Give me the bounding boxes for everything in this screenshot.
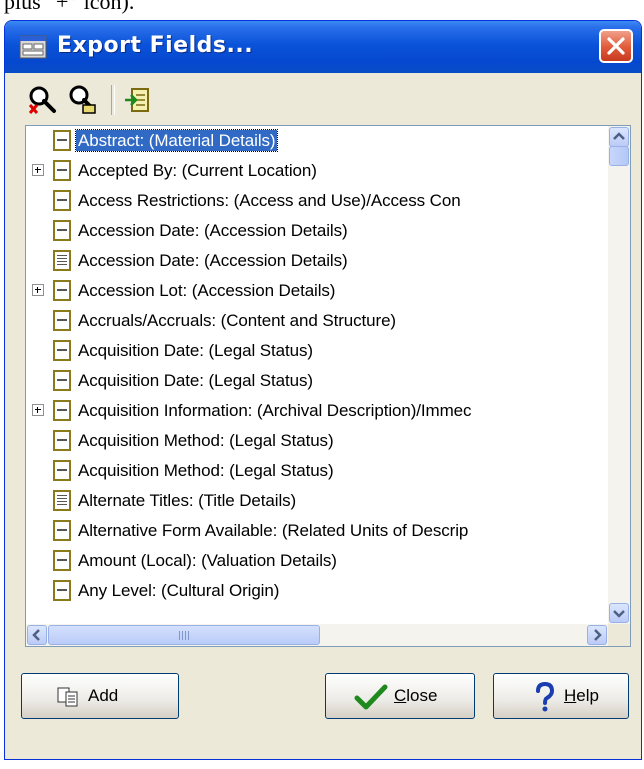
field-row[interactable]: Amount (Local): (Valuation Details) [26,546,608,576]
field-label: Acquisition Method: (Legal Status) [78,461,334,480]
horizontal-scrollbar[interactable] [26,624,608,646]
chevron-down-icon [613,610,625,618]
add-button[interactable]: Add [21,673,179,719]
field-row[interactable]: Any Level: (Cultural Origin) [26,576,608,606]
field-label: Any Level: (Cultural Origin) [78,581,280,600]
field-icon [53,220,71,241]
field-row[interactable]: Accession Date: (Accession Details) [26,216,608,246]
field-label: Accession Date: (Accession Details) [78,221,348,240]
expand-plus-icon[interactable] [32,404,44,416]
fields-list: Abstract: (Material Details) Accepted By:… [26,126,608,624]
close-button[interactable]: Close [325,673,475,719]
help-button-label: Help [564,686,599,705]
field-row[interactable]: Accepted By: (Current Location) [26,156,608,186]
field-icon [53,160,71,181]
insert-field-button[interactable] [121,83,155,117]
field-row[interactable]: Access Restrictions: (Access and Use)/Ac… [26,186,608,216]
field-row[interactable]: Acquisition Information: (Archival Descr… [26,396,608,426]
field-row[interactable]: Accession Lot: (Accession Details) [26,276,608,306]
scroll-left-button[interactable] [27,625,47,645]
scroll-up-button[interactable] [609,127,629,147]
field-row[interactable]: Alternate Titles: (Title Details) [26,486,608,516]
field-icon [53,550,71,571]
horizontal-scroll-thumb[interactable] [48,625,320,645]
scroll-grip [179,631,191,640]
scroll-down-button[interactable] [609,603,629,623]
field-icon [53,370,71,391]
field-icon [53,460,71,481]
field-icon [53,310,71,331]
text-field-icon [53,490,71,511]
field-row[interactable]: Acquisition Method: (Legal Status) [26,426,608,456]
field-label: Accepted By: (Current Location) [78,161,317,180]
field-label: Abstract: (Material Details) [74,129,279,152]
text-field-icon [53,250,71,271]
field-label: Acquisition Date: (Legal Status) [78,341,313,360]
field-row[interactable]: Accession Date: (Accession Details) [26,246,608,276]
field-label: Accruals/Accruals: (Content and Structur… [78,311,396,330]
dialog-title: Export Fields... [57,33,254,58]
field-label: Alternate Titles: (Title Details) [78,491,297,510]
document-text-fragment: plus “+” icon). [4,0,135,14]
field-label: Alternative Form Available: (Related Uni… [78,521,469,540]
add-button-label: Add [88,686,119,705]
expand-plus-icon[interactable] [32,164,44,176]
find-next-button[interactable] [65,83,99,117]
expand-plus-icon[interactable] [32,284,44,296]
field-icon [53,580,71,601]
field-row[interactable]: Abstract: (Material Details) [26,126,608,156]
help-button[interactable]: Help [493,673,629,719]
vertical-scroll-thumb[interactable] [609,146,629,166]
chevron-up-icon [613,132,625,140]
field-row[interactable]: Accruals/Accruals: (Content and Structur… [26,306,608,336]
field-icon [53,520,71,541]
find-next-icon [69,85,96,114]
scroll-right-button[interactable] [587,625,607,645]
field-label: Acquisition Method: (Legal Status) [78,431,334,450]
close-window-button[interactable] [599,29,633,63]
field-icon [53,130,71,151]
field-row[interactable]: Acquisition Date: (Legal Status) [26,336,608,366]
field-row[interactable]: Acquisition Method: (Legal Status) [26,456,608,486]
field-row[interactable]: Acquisition Date: (Legal Status) [26,366,608,396]
insert-field-icon [125,88,149,112]
field-label: Amount (Local): (Valuation Details) [78,551,337,570]
copy-icon [57,687,78,707]
help-question-icon [536,682,555,712]
export-fields-dialog: Export Fields... Abstract: (Material Det… [4,20,642,760]
field-label: Acquisition Date: (Legal Status) [78,371,313,390]
close-button-label: Close [394,686,438,705]
find-field-icon [28,86,56,114]
scrollbar-corner [608,624,630,646]
close-icon [607,37,625,55]
field-label: Access Restrictions: (Access and Use)/Ac… [78,191,461,210]
field-icon [53,280,71,301]
field-icon [53,190,71,211]
app-window-icon [19,35,47,59]
field-icon [53,430,71,451]
toolbar [5,73,641,123]
title-bar[interactable]: Export Fields... [5,21,641,73]
field-icon [53,400,71,421]
field-label: Accession Lot: (Accession Details) [78,281,336,300]
checkmark-icon [354,684,388,710]
vertical-scrollbar[interactable] [608,126,630,624]
chevron-right-icon [594,629,602,641]
field-icon [53,340,71,361]
fields-tree[interactable]: Abstract: (Material Details) Accepted By:… [25,125,631,647]
field-row[interactable]: Alternative Form Available: (Related Uni… [26,516,608,546]
field-label: Acquisition Information: (Archival Descr… [78,401,472,420]
find-field-button[interactable] [25,83,59,117]
field-label: Accession Date: (Accession Details) [78,251,348,270]
chevron-left-icon [32,629,40,641]
toolbar-separator [111,85,115,115]
